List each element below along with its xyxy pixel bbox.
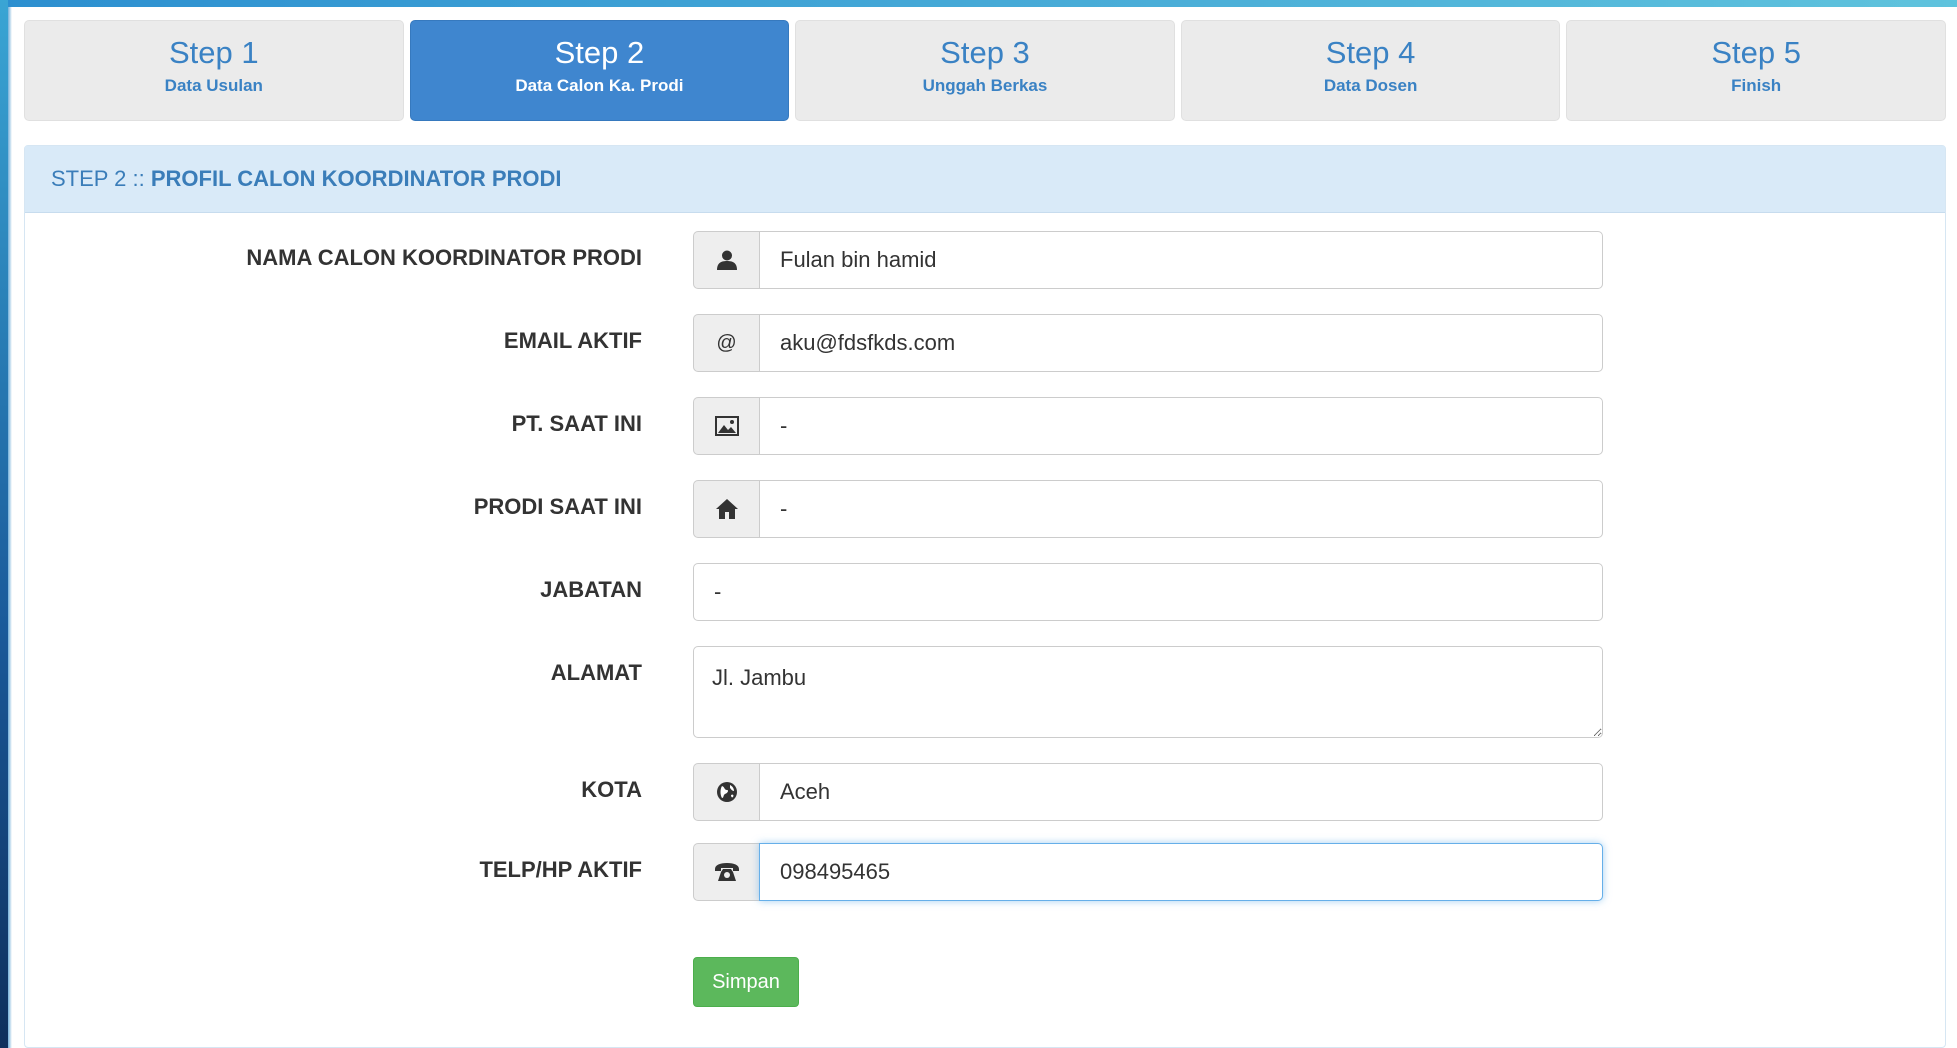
picture-icon (693, 397, 759, 455)
form-row-pt: PT. SAAT INI (25, 397, 1947, 457)
step-subtitle: Data Dosen (1323, 76, 1418, 95)
profile-panel: STEP 2 :: PROFIL CALON KOORDINATOR PRODI… (24, 145, 1946, 1048)
step-title: Step 4 (1325, 35, 1416, 70)
form-row-telp: TELP/HP AKTIF (25, 843, 1947, 903)
save-button[interactable]: Simpan (693, 957, 799, 1007)
form-row-kota: KOTA (25, 763, 1947, 823)
kota-input-group (693, 763, 1603, 821)
email-label: EMAIL AKTIF (503, 328, 642, 353)
nama-label: NAMA CALON KOORDINATOR PRODI (246, 245, 642, 270)
step-title: Step 1 (168, 35, 259, 70)
jabatan-input-group (693, 563, 1603, 621)
telp-input-group (693, 843, 1603, 901)
step-2-tab[interactable]: Step 2 Data Calon Ka. Prodi (409, 20, 790, 121)
phone-icon (693, 843, 759, 901)
form-row-jabatan: JABATAN (25, 563, 1947, 623)
jabatan-label: JABATAN (540, 577, 642, 602)
prodi-input-group (693, 480, 1603, 538)
page-content: Step 1 Data Usulan Step 2 Data Calon Ka.… (24, 20, 1946, 1048)
form-row-alamat: ALAMAT Jl. Jambu (25, 646, 1947, 740)
step-title: Step 5 (1711, 35, 1801, 70)
step-subtitle: Finish (1731, 76, 1782, 95)
pt-input-group (693, 397, 1603, 455)
email-input-group: @ (693, 314, 1603, 372)
panel-heading-title: PROFIL CALON KOORDINATOR PRODI (150, 166, 562, 191)
panel-heading-prefix: STEP 2 :: (51, 166, 151, 191)
alamat-textarea[interactable]: Jl. Jambu (693, 646, 1603, 738)
step-subtitle: Data Usulan (164, 76, 263, 95)
step-4-tab[interactable]: Step 4 Data Dosen (1180, 20, 1561, 121)
pt-label: PT. SAAT INI (511, 411, 642, 436)
globe-icon (693, 763, 759, 821)
wizard-steps: Step 1 Data Usulan Step 2 Data Calon Ka.… (24, 20, 1946, 121)
home-icon (693, 480, 759, 538)
kota-label: KOTA (581, 777, 642, 802)
window-top-border (0, 0, 1957, 7)
form-row-prodi: PRODI SAAT INI (25, 480, 1947, 540)
form-row-email: EMAIL AKTIF @ (25, 314, 1947, 374)
panel-heading: STEP 2 :: PROFIL CALON KOORDINATOR PRODI (25, 146, 1945, 213)
kota-input[interactable] (759, 763, 1603, 821)
prodi-label: PRODI SAAT INI (473, 494, 642, 519)
at-icon: @ (693, 314, 759, 372)
step-subtitle: Unggah Berkas (922, 76, 1048, 95)
step-1-tab[interactable]: Step 1 Data Usulan (24, 20, 404, 121)
nama-input-group (693, 231, 1603, 289)
telp-label: TELP/HP AKTIF (479, 857, 642, 882)
step-5-tab[interactable]: Step 5 Finish (1566, 20, 1946, 121)
alamat-input-group: Jl. Jambu (693, 646, 1603, 738)
jabatan-input[interactable] (693, 563, 1603, 621)
email-input[interactable] (759, 314, 1603, 372)
alamat-label: ALAMAT (550, 660, 642, 685)
step-subtitle: Data Calon Ka. Prodi (515, 76, 684, 95)
pt-input[interactable] (759, 397, 1603, 455)
window-left-border (0, 0, 8, 1048)
telp-input[interactable] (759, 843, 1603, 901)
prodi-input[interactable] (759, 480, 1603, 538)
user-icon (693, 231, 759, 289)
step-3-tab[interactable]: Step 3 Unggah Berkas (795, 20, 1175, 121)
form-row-nama: NAMA CALON KOORDINATOR PRODI (25, 231, 1947, 291)
nama-input[interactable] (759, 231, 1603, 289)
step-title: Step 3 (940, 35, 1030, 70)
step-title: Step 2 (554, 35, 645, 70)
